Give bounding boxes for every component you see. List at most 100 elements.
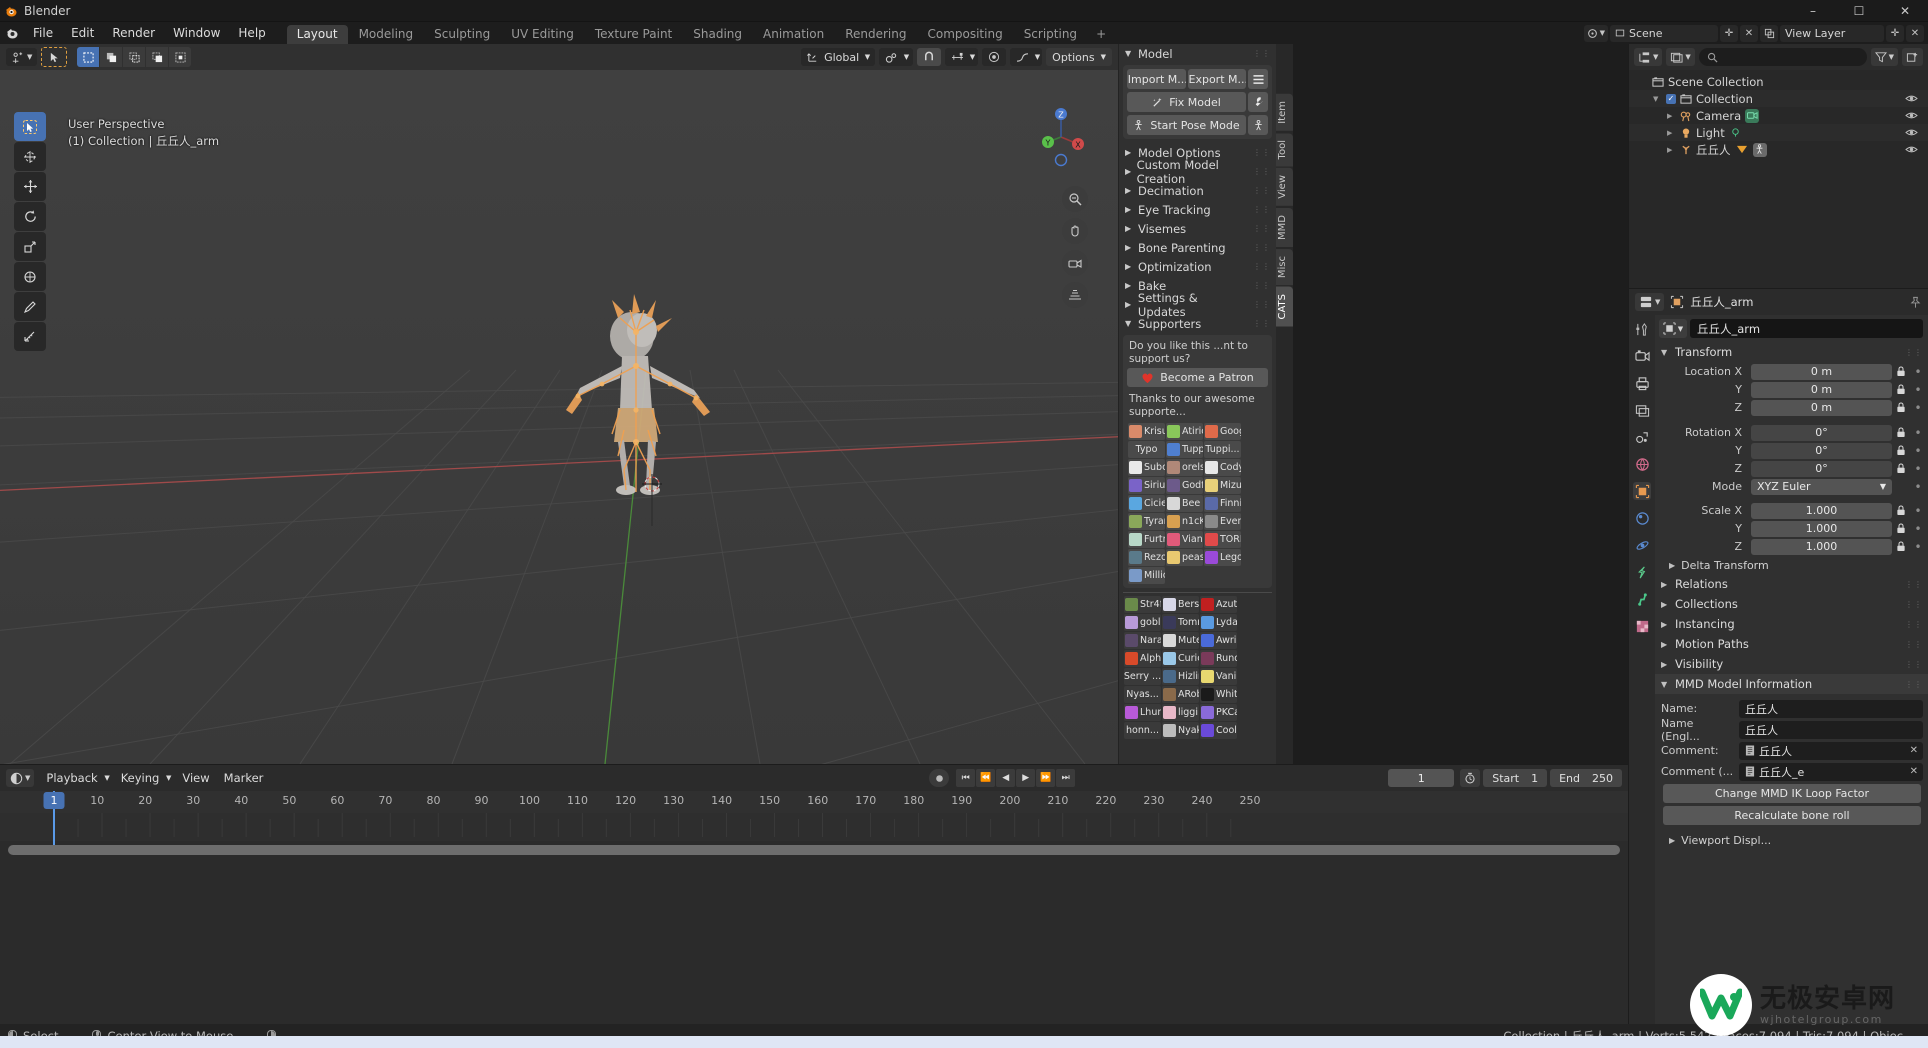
scale-z-lock-icon[interactable]	[1896, 541, 1909, 552]
supporter-cell[interactable]: Tomn...	[1162, 614, 1199, 631]
viewlayer-name-field[interactable]: View Layer	[1780, 24, 1884, 42]
active-tool-icon[interactable]	[41, 47, 68, 67]
prev-keyframe-button[interactable]: ⏪	[976, 769, 996, 787]
tab-physics-icon[interactable]	[1633, 536, 1651, 554]
outliner-new-collection-button[interactable]	[1902, 48, 1923, 66]
supporter-cell[interactable]: Tupper	[1166, 441, 1203, 458]
tab-world-icon[interactable]	[1633, 455, 1651, 473]
change-ik-loop-button[interactable]: Change MMD IK Loop Factor	[1663, 784, 1921, 803]
cats-model-section-header[interactable]: ▼ Model ⋮⋮	[1119, 44, 1276, 63]
menu-render[interactable]: Render	[103, 24, 164, 42]
snap-magnet-toggle[interactable]	[917, 48, 942, 66]
scale-y-lock-icon[interactable]	[1896, 523, 1909, 534]
rotation-mode-select[interactable]: XYZ Euler ▼	[1751, 478, 1892, 495]
properties-editor[interactable]: ▼ 丘丘人_arm ▼ 丘丘人_arm ▼ Transform ⋮⋮ Locat…	[1628, 288, 1928, 1025]
supporter-cell[interactable]: Krisu....	[1128, 423, 1165, 440]
outliner-row-丘丘人[interactable]: ▶ 丘丘人	[1629, 141, 1928, 158]
cats-section-eye-tracking[interactable]: ▶ Eye Tracking ⋮⋮	[1119, 200, 1276, 219]
workspace-tab-texture-paint[interactable]: Texture Paint	[585, 25, 682, 44]
cats-section-bone-parenting[interactable]: ▶ Bone Parenting ⋮⋮	[1119, 238, 1276, 257]
ortho-persp-toggle-icon[interactable]	[1062, 282, 1088, 308]
supporter-cell[interactable]: Lyda...	[1200, 614, 1237, 631]
supporter-cell[interactable]: Vianv...	[1166, 531, 1203, 548]
workspace-tab-modeling[interactable]: Modeling	[349, 25, 424, 44]
chevron-right-icon[interactable]: ▶	[1667, 146, 1676, 154]
blender-menu-icon[interactable]	[0, 22, 24, 44]
become-patron-button[interactable]: Become a Patron	[1127, 368, 1268, 387]
supporter-cell[interactable]: Tuppi...	[1204, 441, 1241, 458]
sidebar-tab-mmd[interactable]: MMD	[1276, 207, 1293, 247]
timeline-menu-view[interactable]: View	[175, 769, 216, 787]
supporter-cell[interactable]: Coolc...	[1200, 722, 1237, 739]
workspace-tab-animation[interactable]: Animation	[753, 25, 834, 44]
play-reverse-button[interactable]: ◀	[996, 769, 1016, 787]
tab-tool-icon[interactable]	[1633, 320, 1651, 338]
sidebar-tab-item[interactable]: Item	[1276, 94, 1293, 131]
tab-scene-icon[interactable]	[1633, 428, 1651, 446]
supporter-cell[interactable]: Lhun	[1124, 704, 1161, 721]
scale-z-value[interactable]: 1.000	[1751, 538, 1892, 555]
rotation-mode-dot[interactable]: •	[1913, 481, 1923, 493]
rotation-z-animate-dot[interactable]: •	[1913, 463, 1923, 475]
zoom-icon[interactable]	[1062, 186, 1088, 212]
workspace-tab-sculpting[interactable]: Sculpting	[424, 25, 500, 44]
supporter-cell[interactable]: Berse...	[1162, 596, 1199, 613]
tab-object-icon[interactable]	[1633, 482, 1651, 500]
cats-section-supporters[interactable]: ▼ Supporters ⋮⋮	[1119, 314, 1276, 333]
frame-start-field[interactable]: Start 1	[1483, 769, 1548, 787]
select-difference-button[interactable]	[146, 47, 169, 67]
rotation-x-lock-icon[interactable]	[1896, 427, 1909, 438]
chevron-right-icon[interactable]: ▶	[1667, 112, 1676, 120]
scale-x-value[interactable]: 1.000	[1751, 502, 1892, 519]
supporter-cell[interactable]: Even...	[1204, 513, 1241, 530]
camera-data-icon[interactable]	[1745, 108, 1760, 123]
viewport-options-dropdown[interactable]: Options ▼	[1046, 48, 1112, 66]
mmd-comment-input[interactable]: 丘丘人 ✕	[1739, 741, 1923, 760]
supporter-cell[interactable]: n1cK	[1166, 513, 1203, 530]
playhead-frame-label[interactable]: 1	[43, 792, 65, 809]
cats-section-decimation[interactable]: ▶ Decimation ⋮⋮	[1119, 181, 1276, 200]
light-data-icon[interactable]	[1729, 126, 1743, 140]
panel-relations[interactable]: ▶ Relations ⋮⋮	[1655, 574, 1928, 594]
select-subtract-button[interactable]	[123, 47, 146, 67]
workspace-tab-scripting[interactable]: Scripting	[1014, 25, 1087, 44]
panel-collections[interactable]: ▶ Collections ⋮⋮	[1655, 594, 1928, 614]
minimize-button[interactable]: –	[1790, 0, 1836, 22]
export-model-button[interactable]: Export M...	[1187, 69, 1246, 89]
viewport-canvas[interactable]: User Perspective (1) Collection | 丘丘人_ar…	[0, 70, 1118, 764]
panel-visibility[interactable]: ▶ Visibility ⋮⋮	[1655, 654, 1928, 674]
new-viewlayer-button[interactable]: ✛	[1886, 24, 1904, 42]
supporter-cell[interactable]: Alpha...	[1124, 650, 1161, 667]
frame-end-field[interactable]: End 250	[1550, 769, 1622, 787]
select-extend-button[interactable]	[100, 47, 123, 67]
workspace-tab-layout[interactable]: Layout	[286, 25, 348, 44]
record-keyframe-button[interactable]	[929, 769, 950, 787]
supporter-cell[interactable]: Cicie...	[1128, 495, 1165, 512]
visibility-eye-icon[interactable]	[1905, 93, 1918, 104]
mmd-name-input[interactable]: 丘丘人	[1739, 699, 1923, 718]
clear-comment-en-icon[interactable]: ✕	[1910, 766, 1918, 777]
panel-instancing[interactable]: ▶ Instancing ⋮⋮	[1655, 614, 1928, 634]
panel-motion-paths[interactable]: ▶ Motion Paths ⋮⋮	[1655, 634, 1928, 654]
menu-edit[interactable]: Edit	[62, 24, 103, 42]
tab-render-icon[interactable]	[1633, 347, 1651, 365]
outliner-row-camera[interactable]: ▶ Camera	[1629, 107, 1928, 124]
transform-tool-button[interactable]	[14, 262, 46, 291]
timeline-editor-type-dropdown[interactable]: ▼	[6, 769, 35, 787]
outliner-display-mode-dropdown[interactable]: ▼	[1634, 48, 1663, 66]
location-y-value[interactable]: 0 m	[1751, 381, 1892, 398]
visibility-eye-icon[interactable]	[1905, 110, 1918, 121]
mmd-name-en-input[interactable]: 丘丘人	[1739, 720, 1923, 739]
menu-help[interactable]: Help	[229, 24, 274, 42]
outliner-search-input[interactable]	[1698, 48, 1867, 66]
scale-x-lock-icon[interactable]	[1896, 505, 1909, 516]
location-x-animate-dot[interactable]: •	[1913, 366, 1923, 378]
tab-object-data-icon[interactable]	[1633, 590, 1651, 608]
viewlayer-browse-icon[interactable]	[1760, 24, 1778, 42]
supporter-cell[interactable]: liggi	[1162, 704, 1199, 721]
proportional-edit-toggle[interactable]	[982, 48, 1007, 66]
collection-checkbox[interactable]: ✓	[1666, 93, 1676, 104]
select-intersect-button[interactable]	[169, 47, 192, 67]
supporter-cell[interactable]: orels1	[1166, 459, 1203, 476]
location-z-lock-icon[interactable]	[1896, 402, 1909, 413]
